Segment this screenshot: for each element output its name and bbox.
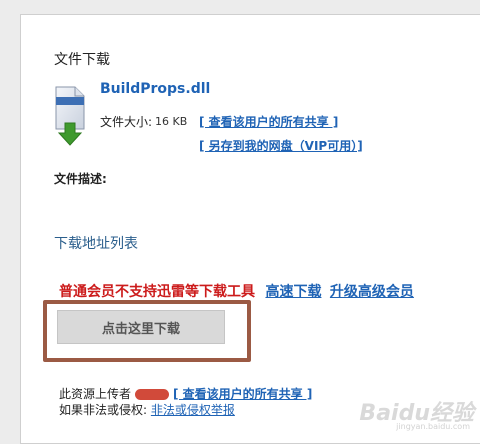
file-size-value: 16 KB bbox=[155, 115, 187, 128]
file-name[interactable]: BuildProps.dll bbox=[100, 81, 210, 97]
baidu-watermark-url: jingyan.baidu.com bbox=[396, 422, 470, 431]
download-button[interactable]: 点击这里下载 bbox=[57, 310, 225, 344]
file-size-label: 文件大小: bbox=[100, 113, 152, 130]
uploader-label: 此资源上传者 bbox=[59, 387, 131, 401]
save-to-disk-link[interactable]: [ 另存到我的网盘（VIP可用）] bbox=[199, 137, 363, 154]
view-user-shares-link-text[interactable]: [ 查看该用户的所有共享 ] bbox=[199, 115, 338, 129]
download-panel: 文件下载 BuildProps.dll 文件大小: 16 KB [ 查看该用户的… bbox=[20, 14, 480, 444]
uploader-view-shares-link[interactable]: [ 查看该用户的所有共享 ] bbox=[173, 387, 312, 401]
upgrade-member-link[interactable]: 升级高级会员 bbox=[330, 284, 414, 300]
report-link[interactable]: 非法或侵权举报 bbox=[151, 403, 235, 417]
report-prefix: 如果非法或侵权: bbox=[59, 403, 147, 417]
section-title: 文件下载 bbox=[54, 49, 110, 69]
uploader-row: 此资源上传者 [ 查看该用户的所有共享 ] bbox=[59, 385, 312, 402]
view-user-shares-link[interactable]: [ 查看该用户的所有共享 ] bbox=[199, 113, 338, 130]
save-to-disk-link-text[interactable]: [ 另存到我的网盘（VIP可用）] bbox=[199, 139, 363, 153]
download-list-title: 下载地址列表 bbox=[54, 233, 138, 253]
member-warning-text: 普通会员不支持迅雷等下载工具 bbox=[59, 284, 255, 300]
member-warning-row: 普通会员不支持迅雷等下载工具 高速下载 升级高级会员 bbox=[59, 281, 414, 301]
file-download-icon bbox=[54, 85, 86, 147]
redacted-username bbox=[135, 389, 169, 400]
file-description-label: 文件描述: bbox=[54, 170, 107, 187]
report-row: 如果非法或侵权: 非法或侵权举报 bbox=[59, 401, 235, 418]
high-speed-download-link[interactable]: 高速下载 bbox=[265, 284, 321, 300]
